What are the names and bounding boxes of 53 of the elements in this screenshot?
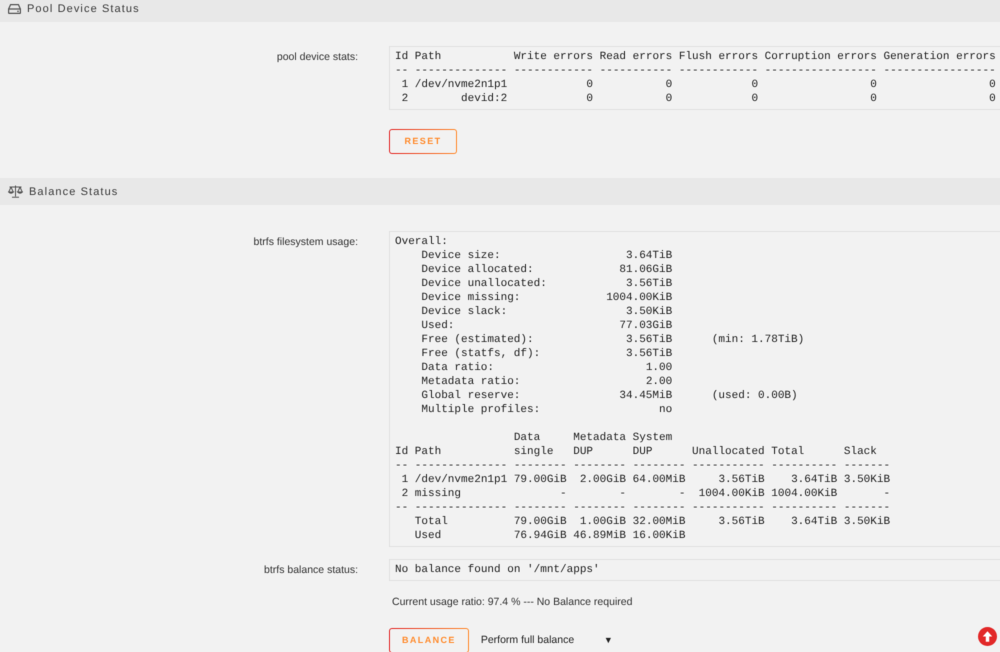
usage-note: (used: 0.00B) [712, 389, 798, 403]
usage-value: 34.45MiB [619, 389, 672, 403]
output-line: 1 /dev/nvme2n1p1 79.00GiB 2.00GiB 64.00MiB 3.56TiB 3.64TiB 3.50KiB [400, 473, 890, 487]
usage-value: no [659, 403, 672, 417]
section-title: Pool Device Status [27, 2, 140, 16]
usage-value: 2.00 [646, 375, 672, 389]
output-line: -- -------------- -------- -------- -------- ----------- ---------- ------- [395, 459, 890, 473]
scales-icon [8, 185, 23, 198]
scroll-to-top-icon[interactable] [978, 627, 997, 646]
usage-label: Data ratio: [421, 361, 494, 375]
usage-value: 3.56TiB [626, 333, 672, 347]
usage-value: 77.03GiB [619, 319, 672, 333]
usage-label: Device unallocated: [421, 277, 547, 291]
usage-label: Free (statfs, df): [421, 347, 540, 361]
output-line: Id Path single DUP DUP Unallocated Total Slack [395, 445, 877, 459]
caret-icon: ▼ [604, 634, 613, 648]
hard-drive-icon [8, 4, 21, 14]
field-label: btrfs filesystem usage: [254, 235, 358, 249]
output-line: Total 79.00GiB 1.00GiB 32.00MiB 3.56TiB 3.64TiB 3.50KiB [414, 515, 890, 529]
usage-label: Device missing: [421, 291, 520, 305]
output-line: Id Path Write errors Read errors Flush errors Corruption errors Generation errors [395, 50, 996, 64]
balance-mode-select[interactable]: Perform full balance ▼ [472, 628, 617, 652]
usage-label: Multiple profiles: [421, 403, 540, 417]
usage-value: 3.64TiB [626, 249, 672, 263]
usage-label: Metadata ratio: [421, 375, 520, 389]
usage-label: Device allocated: [421, 263, 534, 277]
output-line: 1 /dev/nvme2n1p1 0 0 0 0 0 [400, 78, 996, 92]
usage-note: (min: 1.78TiB) [712, 333, 804, 347]
usage-label: Global reserve: [421, 389, 520, 403]
usage-label: Device slack: [421, 305, 508, 319]
field-label: pool device stats: [276, 50, 358, 64]
output-line: 2 devid:2 0 0 0 0 0 [400, 92, 996, 106]
balance-status-output: No balance found on '/mnt/apps' [389, 559, 1000, 581]
usage-value: 1.00 [646, 361, 672, 375]
usage-value: 3.50KiB [626, 305, 672, 319]
usage-ratio-text: Current usage ratio: 97.4 % --- No Balance required [392, 595, 632, 609]
balance-button[interactable]: BALANCE [389, 628, 469, 652]
usage-label: Free (estimated): [421, 333, 534, 347]
output-line: Data Metadata System [512, 431, 672, 445]
output-line: 2 missing - - - 1004.00KiB 1004.00KiB - [400, 487, 890, 501]
usage-label: Device size: [421, 249, 501, 263]
output-line: -- -------------- ------------ ----------- ------------ ----------------- ----------------- [395, 64, 996, 78]
usage-label: Used: [421, 319, 454, 333]
field-label: btrfs balance status: [264, 563, 358, 577]
usage-value: 81.06GiB [619, 263, 672, 277]
reset-button[interactable]: RESET [389, 129, 457, 154]
section-title: Balance Status [29, 184, 118, 198]
output-line: -- -------------- -------- -------- -------- ----------- ---------- ------- [395, 501, 890, 515]
usage-value: 3.56TiB [626, 347, 672, 361]
output-line: Used 76.94GiB 46.89MiB 16.00KiB [414, 529, 686, 543]
usage-value: 1004.00KiB [606, 291, 672, 305]
output-line: Overall: [395, 235, 448, 249]
usage-value: 3.56TiB [626, 277, 672, 291]
